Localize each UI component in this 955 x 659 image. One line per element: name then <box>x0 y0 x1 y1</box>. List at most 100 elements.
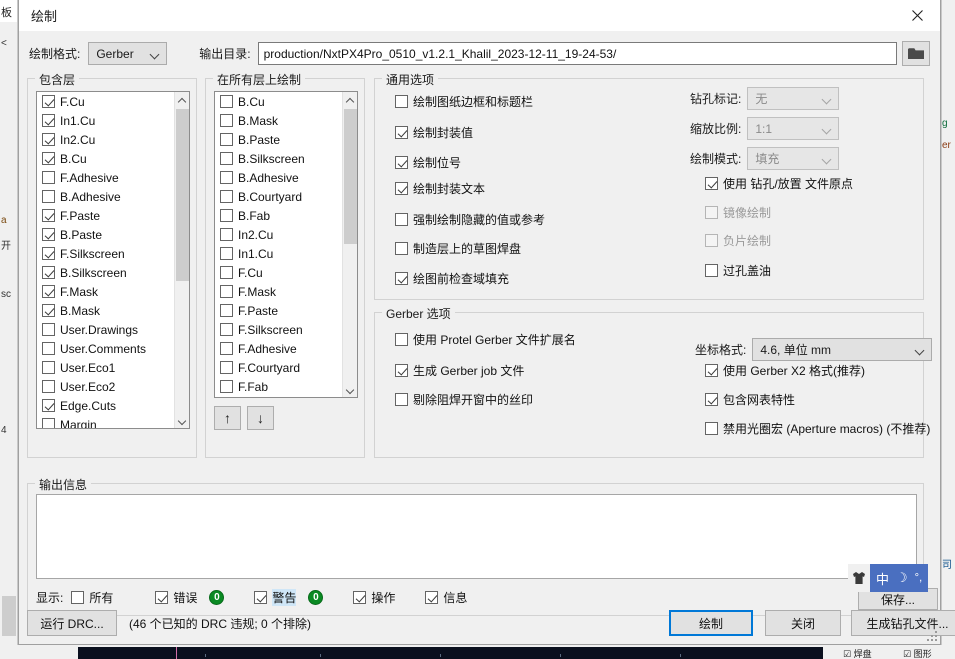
checkbox[interactable] <box>705 177 718 190</box>
plot-format-select[interactable]: Gerber <box>88 42 167 65</box>
gerber-option[interactable]: 生成 Gerber job 文件 <box>395 362 524 379</box>
gerber-option[interactable]: 剔除阻焊开窗中的丝印 <box>395 391 533 408</box>
checkbox[interactable] <box>705 364 718 377</box>
shirt-icon[interactable] <box>848 564 870 592</box>
output-filter[interactable]: 错误0 <box>155 589 224 606</box>
list-item[interactable]: F.Fab <box>215 377 342 396</box>
list-item[interactable]: F.Adhesive <box>215 339 342 358</box>
checkbox[interactable] <box>254 591 267 604</box>
close-button[interactable]: 关闭 <box>765 610 841 636</box>
checkbox[interactable] <box>220 133 233 146</box>
list-item[interactable]: User.Comments <box>37 339 174 358</box>
scroll-up-icon[interactable] <box>175 92 189 107</box>
list-item[interactable]: B.Mask <box>215 111 342 130</box>
list-item[interactable]: User.Eco2 <box>37 377 174 396</box>
list-item[interactable]: Margin <box>37 415 174 428</box>
scrollbar-thumb[interactable] <box>176 109 189 281</box>
checkbox[interactable] <box>395 126 408 139</box>
list-item[interactable]: In1.Cu <box>37 111 174 130</box>
checkbox[interactable] <box>42 171 55 184</box>
list-item[interactable]: F.Silkscreen <box>37 244 174 263</box>
ime-punctuation-icon[interactable]: °, <box>915 572 922 584</box>
checkbox[interactable] <box>220 209 233 222</box>
checkbox[interactable] <box>395 182 408 195</box>
run-drc-button[interactable]: 运行 DRC... <box>27 610 117 636</box>
list-item[interactable]: F.Cu <box>215 263 342 282</box>
list-item[interactable]: F.Courtyard <box>215 358 342 377</box>
list-item[interactable]: F.Silkscreen <box>215 320 342 339</box>
checkbox[interactable] <box>42 114 55 127</box>
checkbox[interactable] <box>42 247 55 260</box>
checkbox[interactable] <box>220 342 233 355</box>
list-item[interactable]: B.Paste <box>37 225 174 244</box>
checkbox[interactable] <box>705 422 718 435</box>
checkbox[interactable] <box>220 304 233 317</box>
checkbox[interactable] <box>395 364 408 377</box>
checkbox[interactable] <box>42 95 55 108</box>
checkbox[interactable] <box>395 156 408 169</box>
list-item[interactable]: F.Mask <box>37 282 174 301</box>
checkbox[interactable] <box>425 591 438 604</box>
output-info-textarea[interactable] <box>36 494 917 579</box>
general-option[interactable]: 制造层上的草图焊盘 <box>395 240 521 257</box>
ime-toolbar[interactable]: 中 ☽ °, <box>848 564 928 592</box>
include-layers-scrollbar[interactable] <box>174 92 189 428</box>
checkbox[interactable] <box>395 333 408 346</box>
list-item[interactable]: B.Paste <box>215 130 342 149</box>
checkbox[interactable] <box>220 323 233 336</box>
checkbox[interactable] <box>220 228 233 241</box>
plot-button[interactable]: 绘制 <box>669 610 753 636</box>
list-item[interactable]: B.Cu <box>215 92 342 111</box>
checkbox[interactable] <box>220 266 233 279</box>
checkbox[interactable] <box>705 206 718 219</box>
checkbox[interactable] <box>42 323 55 336</box>
checkbox[interactable] <box>220 190 233 203</box>
checkbox[interactable] <box>220 114 233 127</box>
all-layers-list[interactable]: B.CuB.MaskB.PasteB.SilkscreenB.AdhesiveB… <box>214 91 358 398</box>
general-field-select[interactable]: 1:1 <box>747 117 839 140</box>
all-layers-scrollbar[interactable] <box>342 92 357 397</box>
output-filter[interactable]: 警告0 <box>254 589 323 606</box>
list-item[interactable]: B.Mask <box>37 301 174 320</box>
list-item[interactable]: F.Mask <box>215 282 342 301</box>
checkbox[interactable] <box>220 380 233 393</box>
list-item[interactable]: B.Adhesive <box>215 168 342 187</box>
gerber-right-option[interactable]: 使用 Gerber X2 格式(推荐) <box>705 362 865 379</box>
checkbox[interactable] <box>705 393 718 406</box>
general-option[interactable]: 绘制位号 <box>395 154 461 171</box>
checkbox[interactable] <box>220 285 233 298</box>
checkbox[interactable] <box>395 272 408 285</box>
include-layers-list[interactable]: F.CuIn1.CuIn2.CuB.CuF.AdhesiveB.Adhesive… <box>36 91 190 429</box>
checkbox[interactable] <box>42 228 55 241</box>
list-item[interactable]: B.Silkscreen <box>37 263 174 282</box>
ime-mode-label[interactable]: 中 <box>876 569 889 588</box>
checkbox[interactable] <box>155 591 168 604</box>
checkbox[interactable] <box>42 361 55 374</box>
checkbox[interactable] <box>220 171 233 184</box>
checkbox[interactable] <box>42 399 55 412</box>
checkbox[interactable] <box>705 264 718 277</box>
gerber-right-option[interactable]: 包含网表特性 <box>705 391 795 408</box>
list-item[interactable]: B.Courtyard <box>215 187 342 206</box>
scroll-down-icon[interactable] <box>175 413 189 428</box>
ime-panel[interactable]: 中 ☽ °, <box>870 564 928 592</box>
folder-icon[interactable] <box>902 41 930 66</box>
list-item[interactable]: B.Cu <box>37 149 174 168</box>
moon-icon[interactable]: ☽ <box>896 570 908 586</box>
checkbox[interactable] <box>220 361 233 374</box>
checkbox[interactable] <box>42 133 55 146</box>
checkbox[interactable] <box>395 213 408 226</box>
general-option[interactable]: 绘制图纸边框和标题栏 <box>395 93 533 110</box>
list-item[interactable]: In2.Cu <box>37 130 174 149</box>
arrow-up-icon[interactable]: ↑ <box>214 406 241 430</box>
checkbox[interactable] <box>42 285 55 298</box>
background-scrollbar-thumb[interactable] <box>2 596 16 636</box>
gerber-option[interactable]: 使用 Protel Gerber 文件扩展名 <box>395 331 576 348</box>
gerber-right-option[interactable]: 禁用光圈宏 (Aperture macros) (不推荐) <box>705 420 930 437</box>
scrollbar-thumb[interactable] <box>344 109 357 244</box>
checkbox[interactable] <box>395 95 408 108</box>
output-dir-input[interactable]: production/NxtPX4Pro_0510_v1.2.1_Khalil_… <box>258 42 898 65</box>
checkbox[interactable] <box>42 190 55 203</box>
coord-format-select[interactable]: 4.6, 单位 mm <box>752 338 932 361</box>
checkbox[interactable] <box>220 95 233 108</box>
